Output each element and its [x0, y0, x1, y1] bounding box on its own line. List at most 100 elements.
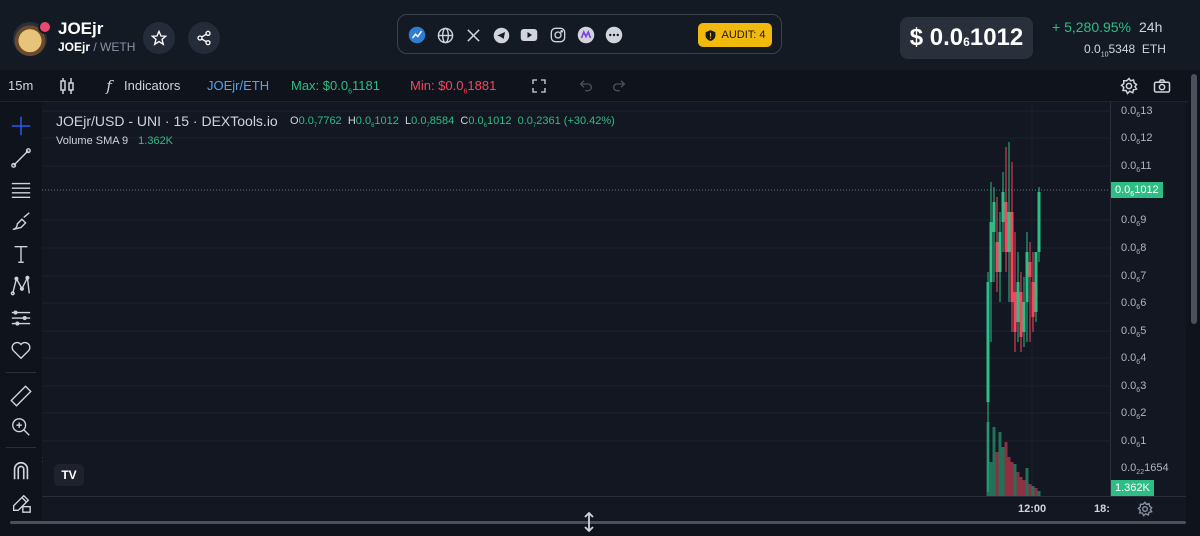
price-axis-digits: 7 — [1140, 270, 1147, 282]
eth-digits: 5348 — [1108, 42, 1136, 56]
open-label: O — [290, 115, 299, 127]
indicators-button[interactable]: Indicators — [124, 78, 180, 93]
globe-icon[interactable] — [436, 26, 454, 44]
chart-icon[interactable] — [408, 26, 426, 44]
x-icon[interactable] — [464, 26, 482, 44]
candle-body — [1013, 292, 1017, 332]
interval-selector[interactable]: 15m — [8, 78, 33, 93]
instagram-icon[interactable] — [549, 26, 567, 44]
price-chart[interactable]: JOEjr/USD - UNI · 15 · DEXTools.io O0.07… — [42, 102, 1110, 496]
brush-icon[interactable] — [9, 210, 33, 234]
ruler-icon[interactable] — [9, 384, 33, 408]
max-prefix: Max: $0.0 — [291, 78, 349, 93]
favorite-button[interactable] — [143, 22, 175, 54]
crosshair-icon[interactable] — [9, 114, 33, 138]
volume-bar — [1001, 447, 1005, 496]
youtube-icon[interactable] — [520, 26, 538, 44]
scrollbar-thumb[interactable] — [1191, 74, 1197, 324]
social-links-bar: AUDIT: 4 — [397, 14, 782, 54]
price-axis-prefix: 0.0 — [1121, 407, 1137, 419]
audit-button[interactable]: AUDIT: 4 — [698, 23, 772, 47]
page-scrollbar[interactable] — [1188, 70, 1200, 520]
price-axis-label: 0.0613 — [1121, 105, 1152, 119]
price-axis-label: 0.068 — [1121, 242, 1146, 256]
volume-bar — [1007, 457, 1011, 496]
redo-icon[interactable] — [610, 77, 628, 95]
change-percent: + 5,280.95% — [1052, 19, 1132, 35]
settings-gear-icon[interactable] — [1120, 77, 1138, 95]
token-name: JOEjr — [58, 19, 104, 38]
volume-bar — [986, 422, 990, 496]
lock-draw-icon[interactable] — [9, 491, 33, 515]
price-axis-label: 0.065 — [1121, 325, 1146, 339]
fullscreen-icon[interactable] — [530, 77, 548, 95]
max-price: Max: $0.061181 — [291, 78, 380, 96]
price-change: + 5,280.95% 24h — [1052, 19, 1162, 35]
resize-bar[interactable] — [0, 511, 1200, 536]
price-axis-label: 0.061 — [1121, 435, 1146, 449]
price-axis[interactable]: 0.0613 0.0612 0.0611 0.069 0.068 0.067 0.066 0.… — [1110, 102, 1186, 496]
resize-arrows-icon[interactable] — [582, 511, 596, 536]
price-axis-label: 0.063 — [1121, 380, 1146, 394]
pair-toggle[interactable]: JOEjr/ETH — [207, 78, 269, 93]
horizontal-lines-icon[interactable] — [9, 178, 33, 202]
volume-bar — [1028, 484, 1032, 496]
price-axis-digits: 8 — [1140, 242, 1147, 254]
volume-bar — [992, 427, 996, 496]
min-prefix: Min: $0.0 — [410, 78, 464, 93]
volume-bar — [1016, 472, 1020, 496]
time-axis[interactable]: 12:00 18: — [42, 496, 1186, 520]
price-prefix: $ 0.0 — [909, 24, 964, 51]
tag-digits: 1012 — [1134, 184, 1159, 196]
chart-canvas[interactable] — [42, 102, 1110, 496]
zoom-in-icon[interactable] — [9, 415, 33, 439]
candle-body — [1007, 212, 1011, 252]
open-digits: 7762 — [317, 115, 342, 127]
volume-bar — [1004, 442, 1008, 496]
more-icon[interactable] — [605, 26, 623, 44]
axis-settings-icon[interactable] — [1137, 501, 1153, 522]
candles-icon[interactable] — [58, 77, 76, 95]
candle-body — [1037, 192, 1041, 252]
pair-base[interactable]: JOEjr — [58, 40, 90, 54]
resize-handle[interactable] — [10, 521, 1186, 524]
medium-icon[interactable] — [577, 26, 595, 44]
high-prefix: 0.0 — [355, 115, 372, 127]
share-button[interactable] — [188, 22, 220, 54]
pair-quote[interactable]: WETH — [100, 40, 135, 54]
chart-toolbar: 15m f Indicators JOEjr/ETH Max: $0.06118… — [0, 70, 1200, 102]
open-prefix: 0.0 — [298, 115, 314, 127]
heart-icon[interactable] — [9, 338, 33, 362]
price-axis-digits: 2 — [1140, 407, 1147, 419]
collapse-toolbar-icon[interactable]: ‹ — [42, 452, 43, 466]
candle-body — [1019, 292, 1023, 337]
text-tool-icon[interactable] — [9, 242, 33, 266]
usd-price: $ 0.0 6 1012 — [900, 17, 1033, 59]
telegram-icon[interactable] — [492, 26, 510, 44]
price-axis-label: 0.069 — [1121, 214, 1146, 228]
pattern-icon[interactable] — [9, 274, 33, 298]
undo-icon[interactable] — [577, 77, 595, 95]
camera-icon[interactable] — [1153, 77, 1171, 95]
volume-bar — [1034, 488, 1038, 496]
candle-body — [1004, 202, 1008, 252]
price-axis-prefix: 0.0 — [1121, 435, 1137, 447]
close-prefix: 0.0 — [468, 115, 484, 127]
trend-line-icon[interactable] — [9, 146, 33, 170]
volume-bar — [1019, 477, 1023, 496]
price-axis-prefix: 0.0 — [1121, 132, 1137, 144]
volume-bar — [1013, 464, 1017, 496]
magnet-icon[interactable] — [9, 459, 33, 483]
indicators-icon[interactable]: f — [100, 77, 118, 95]
candle-body — [995, 242, 999, 272]
share-icon — [197, 30, 211, 46]
volume-value: 1.362K — [138, 135, 174, 147]
pair-line: JOEjr / WETH — [58, 40, 135, 54]
price-zero-count: 6 — [963, 35, 970, 49]
volume-bar — [1010, 462, 1014, 496]
price-axis-digits: 9 — [1140, 214, 1147, 226]
volume-tag: 1.362K — [1111, 480, 1154, 496]
candle-body — [1001, 192, 1005, 222]
tradingview-logo[interactable]: TV — [54, 464, 84, 486]
forecast-icon[interactable] — [9, 306, 33, 330]
